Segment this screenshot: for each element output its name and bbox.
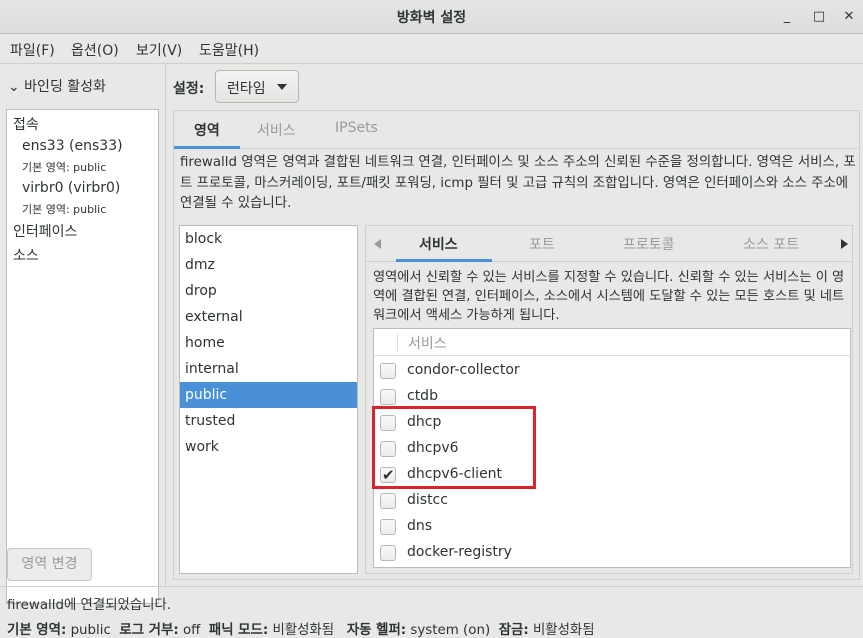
zone-item-work[interactable]: work (180, 434, 357, 460)
panic-mode-label: 패닉 모드: (208, 623, 269, 638)
connections-header[interactable]: 접속 (13, 114, 39, 134)
tab-zones-underline (174, 146, 240, 149)
service-row-condor-collector[interactable]: condor-collector (374, 358, 850, 384)
service-name: distcc (407, 492, 448, 508)
status-bar: firewalld에 연결되었습니다. 기본 영역: public 로그 거부:… (0, 586, 863, 638)
tab-services[interactable]: 서비스 (257, 120, 296, 140)
zone-sub-tabs: 서비스 포트 프로토콜 소스 포트 (366, 226, 852, 262)
subtab-services-underline (396, 259, 492, 262)
service-row-distcc[interactable]: distcc (374, 488, 850, 514)
services-description: 영역에서 신뢰할 수 있는 서비스를 지정할 수 있습니다. 신뢰할 수 있는 … (373, 270, 845, 323)
service-name: dns (407, 518, 433, 534)
minimize-button[interactable]: _ (776, 6, 798, 28)
tab-zones[interactable]: 영역 (194, 120, 220, 140)
panic-mode-value: 비활성화됨 (272, 623, 335, 638)
zone-item-dmz[interactable]: dmz (180, 252, 357, 278)
service-name: ctdb (407, 388, 438, 404)
log-denied-label: 로그 거부: (119, 623, 179, 638)
window-title: 방화벽 설정 (396, 10, 467, 26)
service-row-dns[interactable]: dns (374, 514, 850, 540)
connection-ens33[interactable]: ens33 (ens33) (22, 138, 123, 154)
interfaces-header[interactable]: 인터페이스 (13, 221, 77, 241)
zone-list: block dmz drop external home internal pu… (179, 225, 358, 574)
binding-toggle[interactable]: ⌄ 바인딩 활성화 (8, 76, 106, 96)
change-zone-button[interactable]: 영역 변경 (7, 548, 92, 581)
service-checkbox-ctdb[interactable] (380, 389, 396, 405)
zone-description: firewalld 영역은 영역과 결합된 네트워크 연결, 인터페이스 및 소… (180, 155, 856, 211)
maximize-button[interactable]: □ (808, 6, 830, 28)
auto-helper-label: 자동 헬퍼: (346, 623, 407, 638)
status-details: 기본 영역: public 로그 거부: off 패닉 모드: 비활성화됨 자동… (7, 618, 595, 638)
main-tabs: 영역 서비스 IPSets (174, 111, 859, 149)
zone-item-trusted[interactable]: trusted (180, 408, 357, 434)
zone-item-internal[interactable]: internal (180, 356, 357, 382)
tab-ipsets[interactable]: IPSets (335, 120, 378, 136)
zone-item-drop[interactable]: drop (180, 278, 357, 304)
config-mode-dropdown[interactable]: 런타임 (215, 70, 299, 103)
menu-bar: 파일(F) 옵션(O) 보기(V) 도움말(H) (0, 34, 863, 64)
close-button[interactable]: ✕ (838, 6, 860, 28)
menu-help[interactable]: 도움말(H) (199, 40, 259, 60)
zone-item-block[interactable]: block (180, 226, 357, 252)
chevron-left-icon[interactable] (374, 239, 381, 249)
menu-view[interactable]: 보기(V) (136, 40, 182, 60)
menu-file[interactable]: 파일(F) (10, 40, 55, 60)
status-message: firewalld에 연결되었습니다. (7, 598, 172, 613)
config-mode-value: 런타임 (227, 81, 266, 97)
service-checkbox-dns[interactable] (380, 519, 396, 535)
services-column-header[interactable]: 서비스 (374, 329, 850, 356)
service-name: condor-collector (407, 362, 520, 378)
column-separator (397, 334, 398, 351)
main-panel: 영역 서비스 IPSets firewalld 영역은 영역과 결합된 네트워크… (173, 110, 860, 580)
title-bar: 방화벽 설정 _ □ ✕ (0, 0, 863, 34)
menu-options[interactable]: 옵션(O) (71, 40, 119, 60)
default-zone-label: 기본 영역: (7, 623, 67, 638)
config-label: 설정: (173, 81, 205, 97)
auto-helper-value: system (on) (410, 623, 491, 638)
annotation-highlight-box (372, 406, 536, 489)
connection-ens33-zone: 기본 영역: public (22, 161, 107, 174)
subtab-protocols[interactable]: 프로토콜 (623, 234, 675, 254)
bindings-list: 접속 ens33 (ens33) 기본 영역: public virbr0 (v… (6, 109, 159, 604)
log-denied-value: off (182, 623, 201, 638)
service-name: docker-registry (407, 544, 512, 560)
lockdown-label: 잠금: (498, 623, 529, 638)
zone-item-home[interactable]: home (180, 330, 357, 356)
subtab-services[interactable]: 서비스 (419, 234, 458, 254)
lockdown-value: 비활성화됨 (532, 623, 595, 638)
connection-virbr0-zone: 기본 영역: public (22, 203, 107, 216)
zone-item-public[interactable]: public (180, 382, 357, 408)
service-checkbox-docker-registry[interactable] (380, 545, 396, 561)
default-zone-value: public (70, 623, 111, 638)
zone-settings-panel: 서비스 포트 프로토콜 소스 포트 영역에서 신뢰할 수 있는 서비스를 지정할… (365, 225, 853, 574)
service-row-docker-registry[interactable]: docker-registry (374, 540, 850, 566)
chevron-down-icon (277, 84, 287, 90)
chevron-right-icon[interactable] (841, 239, 848, 249)
subtab-source-ports[interactable]: 소스 포트 (743, 234, 799, 254)
service-checkbox-condor-collector[interactable] (380, 363, 396, 379)
service-checkbox-distcc[interactable] (380, 493, 396, 509)
connection-virbr0[interactable]: virbr0 (virbr0) (22, 180, 120, 196)
subtab-ports[interactable]: 포트 (529, 234, 555, 254)
left-pane: ⌄ 바인딩 활성화 접속 ens33 (ens33) 기본 영역: public… (0, 64, 166, 604)
zone-item-external[interactable]: external (180, 304, 357, 330)
services-column-label: 서비스 (408, 336, 447, 352)
sources-header[interactable]: 소스 (13, 245, 39, 265)
